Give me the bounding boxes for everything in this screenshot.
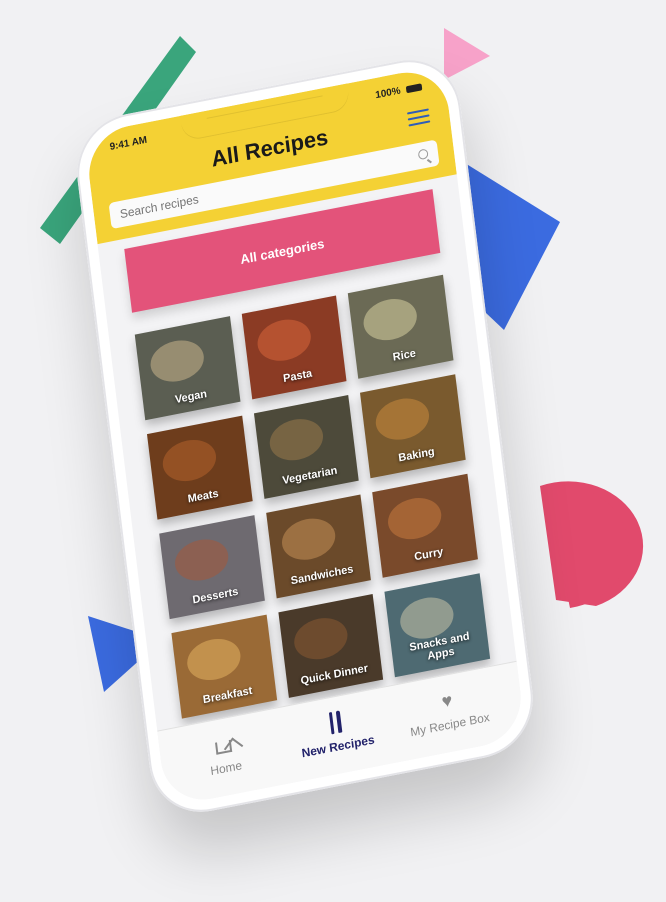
- category-label: Vegetarian: [281, 464, 338, 488]
- status-time: 9:41 AM: [109, 134, 148, 153]
- category-label: Quick Dinner: [299, 662, 369, 688]
- category-tile-curry[interactable]: Curry: [372, 473, 478, 578]
- category-tile-quick-dinner[interactable]: Quick Dinner: [278, 593, 384, 698]
- category-tile-rice[interactable]: Rice: [348, 274, 454, 379]
- tile-image: [172, 534, 231, 586]
- tile-image: [254, 315, 313, 366]
- tile-image: [267, 414, 326, 465]
- category-tile-snacks-and-apps[interactable]: Snacks and Apps: [384, 573, 491, 678]
- tab-my-recipe-box[interactable]: ♥ My Recipe Box: [397, 680, 500, 741]
- battery-percent: 100%: [374, 85, 402, 102]
- category-tile-pasta[interactable]: Pasta: [241, 295, 347, 400]
- category-label: Baking: [397, 445, 436, 465]
- category-label: Vegan: [174, 387, 208, 407]
- category-label: Desserts: [191, 585, 239, 607]
- scene-background: 9:41 AM 100% All Recipes All categories …: [0, 0, 666, 902]
- tile-image: [361, 294, 420, 345]
- tile-image: [148, 335, 207, 387]
- category-tile-meats[interactable]: Meats: [146, 415, 253, 520]
- pink-triangle-shape: [444, 28, 490, 80]
- category-label: Rice: [392, 347, 417, 364]
- tab-label: Home: [209, 758, 243, 779]
- category-tile-sandwiches[interactable]: Sandwiches: [265, 494, 372, 599]
- tab-new-recipes[interactable]: New Recipes: [285, 702, 388, 763]
- tab-label: My Recipe Box: [409, 709, 491, 740]
- tile-image: [386, 493, 444, 544]
- tile-image: [279, 514, 338, 565]
- search-icon[interactable]: [417, 148, 429, 161]
- category-tile-breakfast[interactable]: Breakfast: [171, 614, 277, 719]
- phone-screen: 9:41 AM 100% All Recipes All categories …: [84, 64, 526, 808]
- category-label: Curry: [413, 545, 444, 564]
- status-battery: 100%: [375, 81, 423, 101]
- category-label: Breakfast: [202, 684, 253, 707]
- category-label: Sandwiches: [290, 563, 355, 588]
- category-tile-vegan[interactable]: Vegan: [134, 316, 241, 421]
- tile-image: [160, 435, 219, 486]
- tile-image: [184, 634, 243, 685]
- category-label: Meats: [187, 487, 220, 506]
- category-tile-baking[interactable]: Baking: [360, 374, 466, 479]
- category-grid: Vegan Pasta Rice Meats Vegetarian Baking…: [134, 274, 491, 719]
- tile-image: [373, 393, 432, 445]
- battery-icon: [405, 83, 423, 94]
- tile-image: [291, 613, 350, 664]
- tab-label: New Recipes: [300, 732, 376, 761]
- home-icon: [211, 731, 235, 757]
- category-tile-desserts[interactable]: Desserts: [159, 515, 265, 620]
- tab-home[interactable]: Home: [173, 724, 276, 785]
- category-tile-vegetarian[interactable]: Vegetarian: [253, 394, 360, 499]
- category-label: Pasta: [282, 367, 313, 386]
- fork-knife-icon: [323, 709, 347, 735]
- heart-icon: ♥: [440, 689, 454, 712]
